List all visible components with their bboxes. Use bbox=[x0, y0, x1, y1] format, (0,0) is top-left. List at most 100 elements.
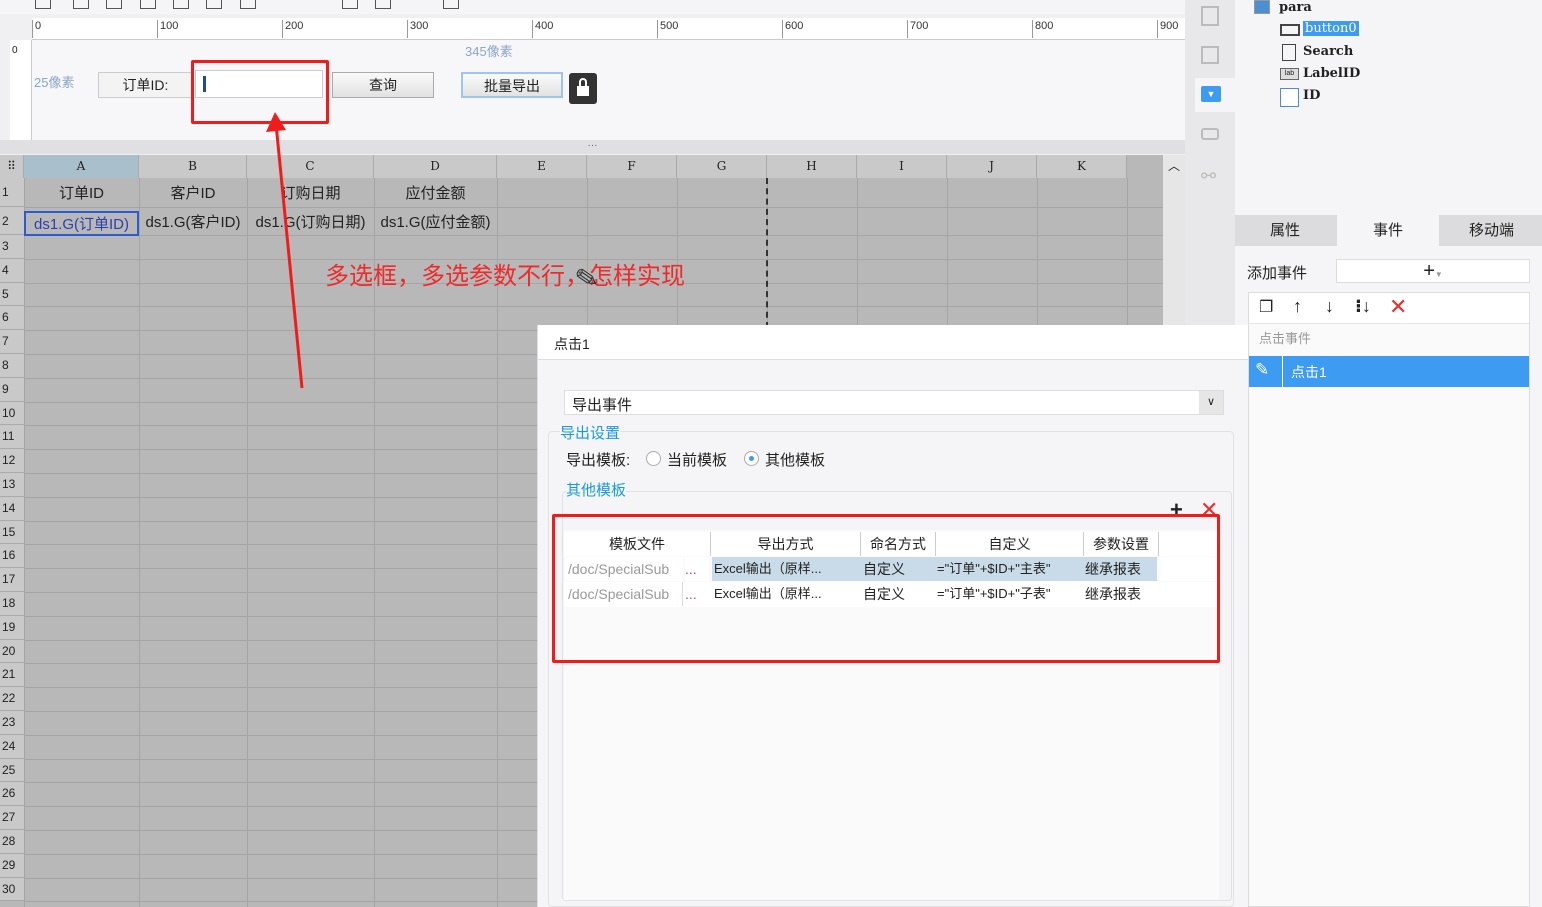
delete-icon[interactable]: ✕ bbox=[1389, 294, 1407, 320]
column-header-e[interactable]: E bbox=[497, 155, 587, 178]
row-header-3[interactable]: 3 bbox=[0, 235, 24, 259]
query-button[interactable]: 查询 bbox=[332, 72, 434, 98]
radio-current-label: 当前模板 bbox=[667, 452, 728, 469]
event-type-value: 导出事件 bbox=[572, 397, 633, 414]
row-header-16[interactable]: 16 bbox=[0, 544, 24, 569]
row-header-29[interactable]: 29 bbox=[0, 853, 24, 878]
tree-root[interactable]: para bbox=[1279, 0, 1312, 15]
combo-widget-icon[interactable] bbox=[106, 0, 122, 9]
link-icon[interactable]: ⚯ bbox=[1201, 166, 1216, 187]
number-widget-icon[interactable] bbox=[206, 0, 222, 9]
row-header-23[interactable]: 23 bbox=[0, 711, 24, 735]
column-header-g[interactable]: G bbox=[677, 155, 767, 178]
add-event-button[interactable]: +▼ bbox=[1336, 259, 1530, 283]
panel-splitter[interactable]: ··· bbox=[0, 140, 1185, 154]
column-header-k[interactable]: K bbox=[1037, 155, 1127, 178]
widget-info-icon[interactable] bbox=[1201, 6, 1219, 26]
ruler-tick: 800 bbox=[1032, 20, 1053, 38]
tree-widget-icon[interactable] bbox=[443, 0, 459, 9]
grid-line bbox=[24, 306, 1164, 308]
table-widget-icon[interactable] bbox=[375, 0, 391, 9]
row-header-7[interactable]: 7 bbox=[0, 330, 24, 354]
layout-icon[interactable] bbox=[1201, 128, 1219, 140]
list-widget-icon[interactable] bbox=[140, 0, 156, 9]
grid-line bbox=[24, 207, 1164, 208]
chevron-down-icon[interactable]: ∨ bbox=[1199, 391, 1223, 414]
row-header-6[interactable]: 6 bbox=[0, 306, 24, 331]
tree-item-button0[interactable]: button0 bbox=[1303, 21, 1359, 36]
tree-item-search[interactable]: Search bbox=[1303, 44, 1353, 59]
header-cell[interactable]: 应付金额 bbox=[374, 182, 497, 203]
tree-item-labelid[interactable]: LabelID bbox=[1303, 66, 1360, 81]
tree-item-id[interactable]: ID bbox=[1303, 88, 1320, 103]
label-widget-icon[interactable] bbox=[35, 0, 51, 9]
header-cell[interactable]: 订单ID bbox=[24, 182, 139, 203]
edit-icon[interactable]: ✎ bbox=[1255, 360, 1269, 380]
move-bottom-icon[interactable]: ⁝↓ bbox=[1355, 296, 1371, 317]
move-up-icon[interactable]: ↑ bbox=[1293, 296, 1302, 317]
tab-properties[interactable]: 属性 bbox=[1235, 215, 1335, 246]
text-widget-icon[interactable] bbox=[240, 0, 256, 9]
radio-other-template[interactable] bbox=[744, 451, 759, 466]
tab-events[interactable]: 事件 bbox=[1337, 215, 1439, 246]
column-header-a[interactable]: A bbox=[24, 155, 139, 178]
component-sidebar: ▼ ⚯ bbox=[1185, 0, 1235, 325]
event-item-selected[interactable]: ✎ 点击1 bbox=[1249, 356, 1529, 387]
widget-list-tab[interactable]: ▼ bbox=[1195, 78, 1235, 112]
tab-mobile[interactable]: 移动端 bbox=[1441, 215, 1542, 246]
data-cell[interactable]: ds1.G(客户ID) bbox=[139, 211, 247, 232]
frame-icon[interactable] bbox=[1201, 46, 1219, 64]
row-header-5[interactable]: 5 bbox=[0, 282, 24, 307]
row-header-28[interactable]: 28 bbox=[0, 830, 24, 854]
row-header-2[interactable]: 2 bbox=[0, 207, 24, 235]
column-header-f[interactable]: F bbox=[587, 155, 677, 178]
copy-icon[interactable]: ❐ bbox=[1259, 297, 1273, 317]
column-header-b[interactable]: B bbox=[139, 155, 247, 178]
row-header-17[interactable]: 17 bbox=[0, 568, 24, 592]
row-header-30[interactable]: 30 bbox=[0, 877, 24, 902]
row-header-15[interactable]: 15 bbox=[0, 520, 24, 545]
column-header-h[interactable]: H bbox=[767, 155, 857, 178]
row-header-11[interactable]: 11 bbox=[0, 425, 24, 450]
button-widget-icon[interactable] bbox=[73, 0, 89, 9]
vertical-scrollbar[interactable]: ︿ bbox=[1163, 155, 1185, 325]
other-template-heading: 其他模板 bbox=[566, 479, 627, 500]
row-header-8[interactable]: 8 bbox=[0, 354, 24, 378]
ruler-tick: 500 bbox=[657, 20, 678, 38]
move-down-icon[interactable]: ↓ bbox=[1325, 296, 1334, 317]
row-header-24[interactable]: 24 bbox=[0, 734, 24, 759]
row-header-22[interactable]: 22 bbox=[0, 687, 24, 711]
row-header-25[interactable]: 25 bbox=[0, 758, 24, 783]
select-all-corner[interactable]: ⠿ bbox=[0, 155, 24, 178]
row-header-19[interactable]: 19 bbox=[0, 615, 24, 640]
column-header-i[interactable]: I bbox=[857, 155, 947, 178]
row-header-10[interactable]: 10 bbox=[0, 401, 24, 426]
header-cell[interactable]: 客户ID bbox=[139, 182, 247, 203]
row-header-12[interactable]: 12 bbox=[0, 449, 24, 473]
row-header-26[interactable]: 26 bbox=[0, 782, 24, 807]
row-header-9[interactable]: 9 bbox=[0, 377, 24, 402]
column-header-j[interactable]: J bbox=[947, 155, 1037, 178]
radio-current-template[interactable] bbox=[646, 451, 661, 466]
event-item-label: 点击1 bbox=[1291, 364, 1327, 380]
event-type-select[interactable]: 导出事件 ∨ bbox=[564, 390, 1224, 415]
date-widget-icon[interactable] bbox=[173, 0, 189, 9]
lock-icon[interactable] bbox=[569, 73, 597, 104]
order-id-label: 订单ID: bbox=[98, 72, 193, 98]
row-header-14[interactable]: 14 bbox=[0, 496, 24, 521]
plus-icon: + bbox=[1423, 260, 1435, 282]
ruler-tick: 100 bbox=[157, 20, 178, 38]
data-cell[interactable]: ds1.G(应付金额) bbox=[374, 211, 497, 232]
frame-widget-icon[interactable] bbox=[342, 0, 358, 9]
row-header-21[interactable]: 21 bbox=[0, 663, 24, 688]
row-header-1[interactable]: 1 bbox=[0, 178, 24, 207]
row-header-4[interactable]: 4 bbox=[0, 258, 24, 283]
row-header-18[interactable]: 18 bbox=[0, 592, 24, 616]
column-header-d[interactable]: D bbox=[374, 155, 497, 178]
row-header-13[interactable]: 13 bbox=[0, 473, 24, 497]
row-header-27[interactable]: 27 bbox=[0, 806, 24, 830]
row-header-20[interactable]: 20 bbox=[0, 639, 24, 664]
events-panel: 添加事件 +▼ ❐ ↑ ↓ ⁝↓ ✕ 点击事件 ✎ 点击1 bbox=[1235, 246, 1542, 907]
data-cell[interactable]: ds1.G(订单ID) bbox=[24, 211, 139, 236]
batch-export-button[interactable]: 批量导出 bbox=[461, 72, 563, 98]
